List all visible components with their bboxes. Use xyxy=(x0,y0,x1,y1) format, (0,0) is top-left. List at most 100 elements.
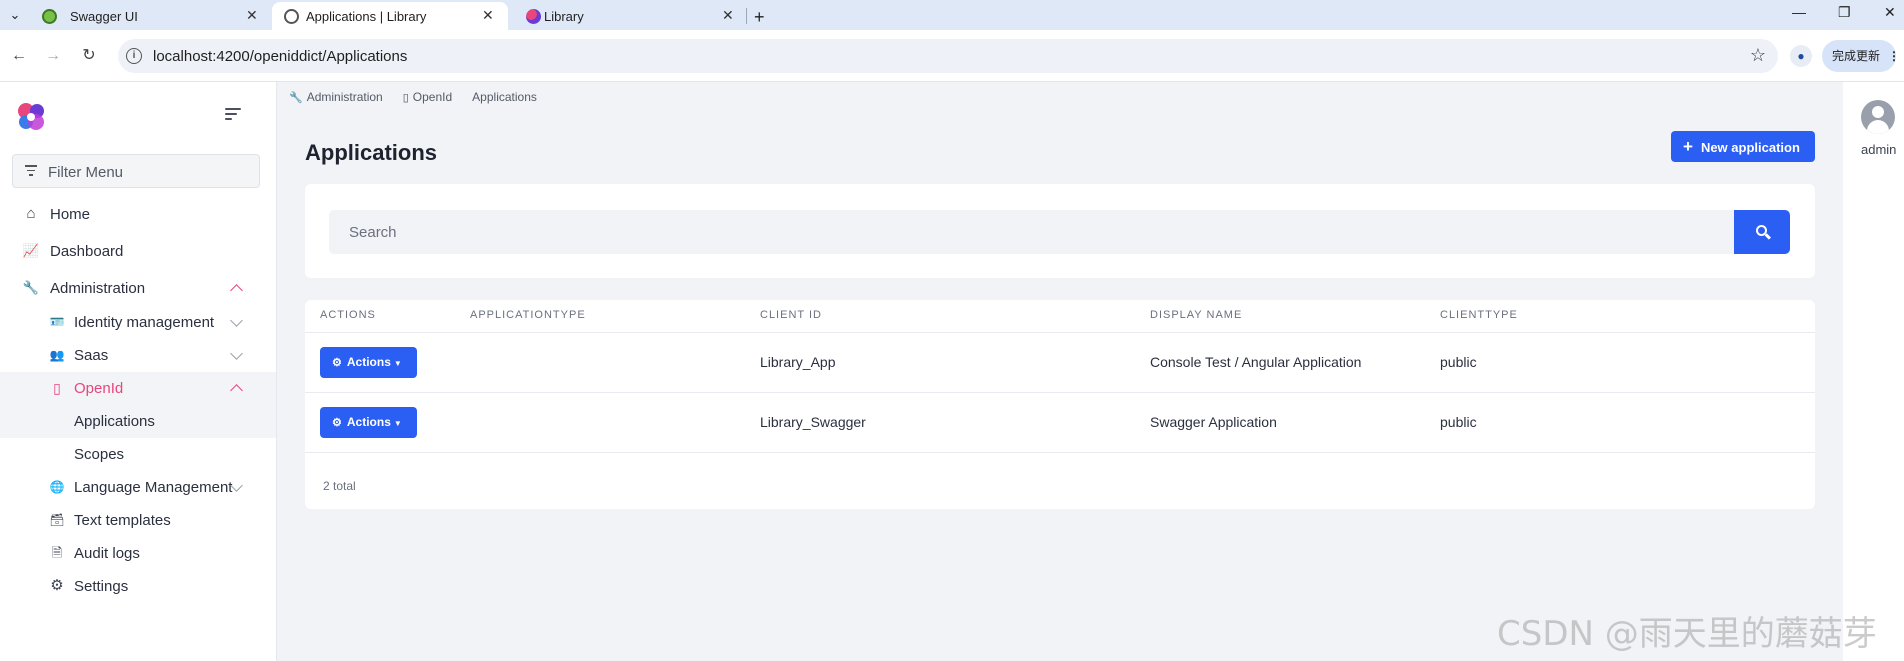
sidebar-item-saas[interactable]: 👥 Saas xyxy=(0,339,276,372)
sidebar-item-settings[interactable]: ⚙ Settings xyxy=(0,570,276,603)
globe-icon: 🌐 xyxy=(49,480,65,494)
sidebar-item-administration[interactable]: 🔧 Administration xyxy=(0,272,276,305)
sidebar-item-audit-logs[interactable]: 🗎 Audit logs xyxy=(0,537,276,570)
breadcrumb-openid[interactable]: ▯ OpenId xyxy=(403,90,452,104)
gear-icon: ⚙ xyxy=(332,357,342,369)
home-icon: ⌂ xyxy=(26,205,36,222)
sidebar-item-identity-management[interactable]: 🪪 Identity management xyxy=(0,306,276,339)
page-title: Applications xyxy=(305,140,438,165)
sidebar-item-label: Text templates xyxy=(74,512,171,529)
wrench-icon: 🔧 xyxy=(22,280,40,295)
table-row: ⚙ Actions ▼ Library_Swagger Swagger Applic… xyxy=(305,393,1815,453)
sidebar-collapse-icon[interactable] xyxy=(225,108,245,124)
cell-display-name: Swagger Application xyxy=(1150,414,1277,430)
update-button[interactable]: 完成更新 ⋮ xyxy=(1822,40,1900,72)
sidebar-item-label: Identity management xyxy=(74,314,215,331)
applications-table: ACTIONS APPLICATIONTYPE CLIENT ID DISPLA… xyxy=(305,300,1815,509)
breadcrumb-label: Applications xyxy=(472,90,537,104)
gear-icon: ⚙ xyxy=(332,417,342,429)
breadcrumb-label: Administration xyxy=(306,90,383,104)
chevron-down-icon xyxy=(230,347,243,360)
chevron-up-icon xyxy=(230,384,243,397)
user-area: admin xyxy=(1843,82,1904,661)
tab-close-icon[interactable]: ✕ xyxy=(722,7,734,24)
profile-icon[interactable]: ● xyxy=(1790,45,1812,67)
search-input[interactable] xyxy=(329,210,1734,254)
actions-dropdown-button[interactable]: ⚙ Actions ▼ xyxy=(320,407,417,438)
id-card-icon: 🪪 xyxy=(49,315,65,329)
filter-placeholder: Filter Menu xyxy=(48,164,124,181)
close-window-button[interactable]: ✕ xyxy=(1884,4,1896,21)
tab-close-icon[interactable]: ✕ xyxy=(482,7,494,24)
minimize-button[interactable]: — xyxy=(1792,4,1806,20)
site-info-icon[interactable]: i xyxy=(126,48,142,64)
inbox-icon: 🗃 xyxy=(49,513,65,527)
globe-favicon-icon xyxy=(284,9,299,24)
cell-client-type: public xyxy=(1440,414,1477,430)
tab-separator xyxy=(746,8,747,24)
breadcrumb-administration[interactable]: 🔧 Administration xyxy=(289,90,383,104)
sidebar-item-home[interactable]: ⌂ Home xyxy=(0,198,276,231)
bookmark-star-icon[interactable]: ☆ xyxy=(1750,45,1766,66)
sidebar-item-label: Settings xyxy=(74,578,129,595)
plus-icon: + xyxy=(1683,137,1693,156)
avatar[interactable] xyxy=(1861,100,1895,134)
filter-menu-input[interactable]: Filter Menu xyxy=(12,154,260,188)
browser-tab-applications[interactable]: Applications | Library ✕ xyxy=(272,2,508,30)
watermark: CSDN @雨天里的蘑菇芽 xyxy=(1497,614,1877,654)
sidebar-item-language-management[interactable]: 🌐 Language Management xyxy=(0,471,276,504)
new-application-label: New application xyxy=(1700,140,1800,155)
sidebar-item-label: Dashboard xyxy=(50,243,124,260)
caret-down-icon: ▼ xyxy=(393,359,402,368)
cell-client-type: public xyxy=(1440,354,1477,370)
wrench-icon: 🔧 xyxy=(289,91,303,104)
sidebar-item-openid[interactable]: ▯ OpenId xyxy=(0,372,276,405)
sidebar-item-dashboard[interactable]: 📈 Dashboard xyxy=(0,235,276,268)
table-total-count: 2 total xyxy=(323,479,356,493)
column-header-actions: ACTIONS xyxy=(320,309,376,321)
id-badge-icon: ▯ xyxy=(402,91,409,104)
column-header-display-name[interactable]: DISPLAY NAME xyxy=(1150,309,1242,321)
sidebar-item-label: Home xyxy=(50,206,91,223)
search-button[interactable] xyxy=(1734,210,1790,254)
id-badge-icon: ▯ xyxy=(53,380,61,396)
sidebar-item-label: Applications xyxy=(74,413,155,430)
reload-button[interactable]: ↻ xyxy=(78,45,100,67)
browser-tab-library[interactable]: Library ✕ xyxy=(514,2,750,30)
column-header-clienttype[interactable]: CLIENTTYPE xyxy=(1440,309,1518,321)
tab-close-icon[interactable]: ✕ xyxy=(246,7,258,24)
cell-client-id: Library_Swagger xyxy=(760,414,866,430)
users-icon: 👥 xyxy=(49,348,65,362)
chevron-up-icon xyxy=(230,284,243,297)
forward-button[interactable]: → xyxy=(42,45,64,67)
breadcrumb-applications: Applications xyxy=(472,90,537,104)
sidebar-item-applications[interactable]: Applications xyxy=(0,405,276,438)
column-header-applicationtype[interactable]: APPLICATIONTYPE xyxy=(470,309,586,321)
browser-tab-swagger[interactable]: Swagger UI ✕ xyxy=(30,2,266,30)
tab-label: Applications | Library xyxy=(306,9,427,24)
cell-client-id: Library_App xyxy=(760,354,836,370)
restore-button[interactable]: ❐ xyxy=(1838,4,1851,21)
new-tab-button[interactable]: + xyxy=(754,3,774,31)
address-bar: ← → ↻ i localhost:4200/openiddict/Applic… xyxy=(0,30,1904,82)
back-button[interactable]: ← xyxy=(8,45,30,67)
chevron-down-icon xyxy=(230,314,243,327)
browser-tab-strip: ⌄ Swagger UI ✕ Applications | Library ✕ … xyxy=(0,0,1904,30)
sidebar-item-text-templates[interactable]: 🗃 Text templates xyxy=(0,504,276,537)
actions-dropdown-button[interactable]: ⚙ Actions ▼ xyxy=(320,347,417,378)
sidebar-item-scopes[interactable]: Scopes xyxy=(0,438,276,471)
browser-menu-icon[interactable]: ⋮ xyxy=(1888,40,1900,72)
tab-label: Library xyxy=(544,9,584,24)
app-logo[interactable] xyxy=(14,100,48,134)
sidebar-item-label: Language Management xyxy=(74,479,233,496)
caret-down-icon: ▼ xyxy=(393,419,402,428)
new-application-button[interactable]: + New application xyxy=(1671,131,1815,162)
url-field[interactable]: i localhost:4200/openiddict/Applications… xyxy=(118,39,1778,73)
cell-display-name: Console Test / Angular Application xyxy=(1150,354,1362,370)
tab-menu-button[interactable]: ⌄ xyxy=(4,4,26,26)
user-name[interactable]: admin xyxy=(1861,142,1896,157)
column-header-client-id[interactable]: CLIENT ID xyxy=(760,309,822,321)
url-text[interactable]: localhost:4200/openiddict/Applications xyxy=(153,48,407,65)
chart-line-icon: 📈 xyxy=(22,243,40,258)
tab-label: Swagger UI xyxy=(70,9,138,24)
